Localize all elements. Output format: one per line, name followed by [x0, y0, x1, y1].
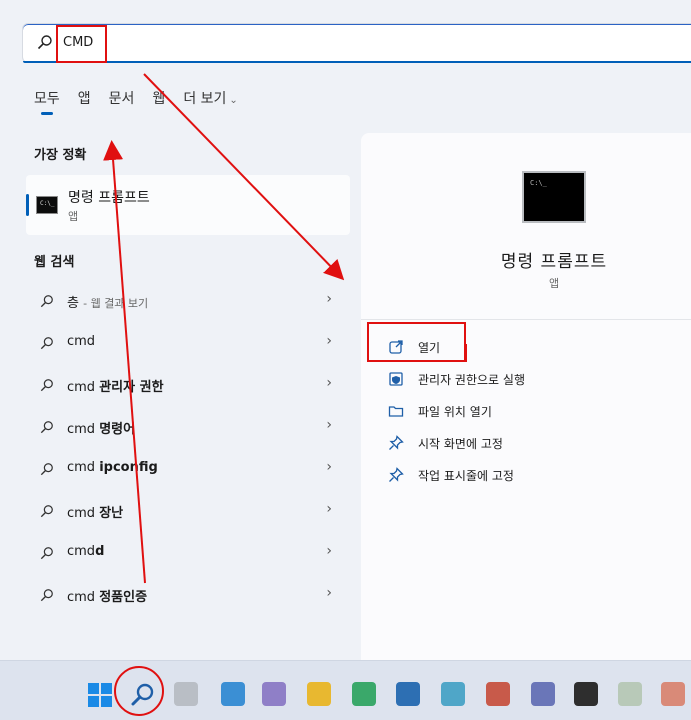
- action-label: 시작 화면에 고정: [418, 437, 503, 451]
- folder-icon: [388, 406, 404, 417]
- web-search-item[interactable]: cmd ipconfig ›: [26, 451, 350, 487]
- app-icon[interactable]: [661, 682, 685, 706]
- search-icon: [40, 421, 53, 434]
- web-search-item[interactable]: 층 - 웹 결과 보기 ›: [26, 283, 350, 319]
- chevron-right-icon: ›: [326, 375, 332, 391]
- action-open-file-location[interactable]: 파일 위치 열기: [386, 398, 666, 424]
- tab-all[interactable]: 모두: [34, 88, 60, 116]
- best-match-heading: 가장 정확: [34, 148, 87, 163]
- app-icon[interactable]: [396, 682, 420, 706]
- command-prompt-icon: C:\_: [522, 171, 586, 223]
- action-label: 관리자 권한으로 실행: [418, 373, 525, 387]
- tab-label: 더 보기: [183, 91, 227, 107]
- web-search-item[interactable]: cmd 정품인증 ›: [26, 577, 350, 613]
- search-tabs: 모두 앱 문서 웹 더 보기 ⌄: [34, 88, 256, 116]
- tab-label: 앱: [77, 91, 91, 107]
- web-search-label: cmd ipconfig: [67, 460, 158, 475]
- action-label: 작업 표시줄에 고정: [418, 469, 514, 483]
- search-icon: [40, 589, 53, 602]
- search-box[interactable]: CMD: [22, 23, 691, 63]
- divider: [361, 319, 691, 320]
- action-run-as-admin[interactable]: 관리자 권한으로 실행: [386, 366, 666, 392]
- web-search-label: cmd: [67, 334, 96, 349]
- web-search-heading: 웹 검색: [34, 255, 75, 270]
- chevron-right-icon: ›: [326, 291, 332, 307]
- app-icon[interactable]: [486, 682, 510, 706]
- app-icon[interactable]: [574, 682, 598, 706]
- selection-indicator: [26, 194, 29, 216]
- best-match-item[interactable]: C:\_ 명령 프롬프트 앱: [26, 175, 350, 235]
- app-icon[interactable]: [618, 682, 642, 706]
- tab-web[interactable]: 웹: [152, 88, 165, 116]
- web-search-item[interactable]: cmdd ›: [26, 535, 350, 571]
- pin-icon: [389, 435, 404, 450]
- chevron-right-icon: ›: [326, 585, 332, 601]
- web-search-label: cmdd: [67, 544, 105, 559]
- web-search-label: cmd 장난: [67, 506, 124, 521]
- web-search-item[interactable]: cmd 관리자 권한 ›: [26, 367, 350, 403]
- search-panel: CMD 모두 앱 문서 웹 더 보기 ⌄ 가장 정확 C:\_ 명령 프롬프트 앱…: [0, 0, 691, 660]
- search-icon: [40, 463, 53, 476]
- tab-documents[interactable]: 문서: [109, 88, 135, 116]
- search-icon: [40, 547, 53, 560]
- chevron-right-icon: ›: [326, 459, 332, 475]
- tab-label: 문서: [108, 91, 135, 107]
- chevron-down-icon: ⌄: [229, 95, 238, 106]
- best-match-title: 명령 프롬프트: [68, 190, 150, 206]
- taskbar-search-icon[interactable]: [130, 682, 156, 708]
- tab-more[interactable]: 더 보기 ⌄: [183, 88, 237, 116]
- web-search-label: 층 - 웹 결과 보기: [67, 296, 149, 311]
- web-search-item[interactable]: cmd ›: [26, 325, 350, 361]
- action-pin-start[interactable]: 시작 화면에 고정: [386, 430, 666, 456]
- tab-label: 웹: [152, 91, 166, 107]
- search-query-highlight: [56, 25, 107, 63]
- preview-title: 명령 프롬프트: [500, 252, 608, 272]
- web-search-label: cmd 정품인증: [67, 590, 148, 605]
- pin-icon: [389, 467, 404, 482]
- app-icon[interactable]: [262, 682, 286, 706]
- search-icon: [40, 295, 53, 308]
- app-icon[interactable]: [174, 682, 198, 706]
- taskbar: [0, 660, 691, 720]
- app-icon[interactable]: [221, 682, 245, 706]
- chevron-right-icon: ›: [326, 417, 332, 433]
- windows-start-icon[interactable]: [88, 683, 112, 707]
- app-icon[interactable]: [352, 682, 376, 706]
- tab-apps[interactable]: 앱: [78, 88, 91, 116]
- chevron-right-icon: ›: [326, 333, 332, 349]
- open-action-highlight: [367, 322, 466, 362]
- preview-pane: C:\_ 명령 프롬프트 앱 열기 관리자 권한으로 실행 파일 위치 열기 시…: [361, 133, 691, 660]
- search-icon: [37, 35, 52, 50]
- web-search-item[interactable]: cmd 장난 ›: [26, 493, 350, 529]
- chevron-right-icon: ›: [326, 501, 332, 517]
- folder-icon[interactable]: [307, 682, 331, 706]
- web-search-item[interactable]: cmd 명령어 ›: [26, 409, 350, 445]
- action-pin-taskbar[interactable]: 작업 표시줄에 고정: [386, 462, 666, 488]
- command-prompt-icon: C:\_: [36, 196, 58, 214]
- app-icon[interactable]: [441, 682, 465, 706]
- chevron-right-icon: ›: [326, 543, 332, 559]
- preview-subtitle: 앱: [548, 277, 560, 290]
- tab-label: 모두: [34, 91, 60, 107]
- search-icon: [40, 337, 53, 350]
- search-icon: [40, 379, 53, 392]
- search-icon: [40, 505, 53, 518]
- shield-icon: [389, 372, 403, 386]
- web-search-label: cmd 명령어: [67, 422, 136, 437]
- web-search-label: cmd 관리자 권한: [67, 380, 164, 395]
- app-icon[interactable]: [531, 682, 555, 706]
- action-label: 파일 위치 열기: [418, 405, 492, 419]
- best-match-subtitle: 앱: [68, 210, 79, 223]
